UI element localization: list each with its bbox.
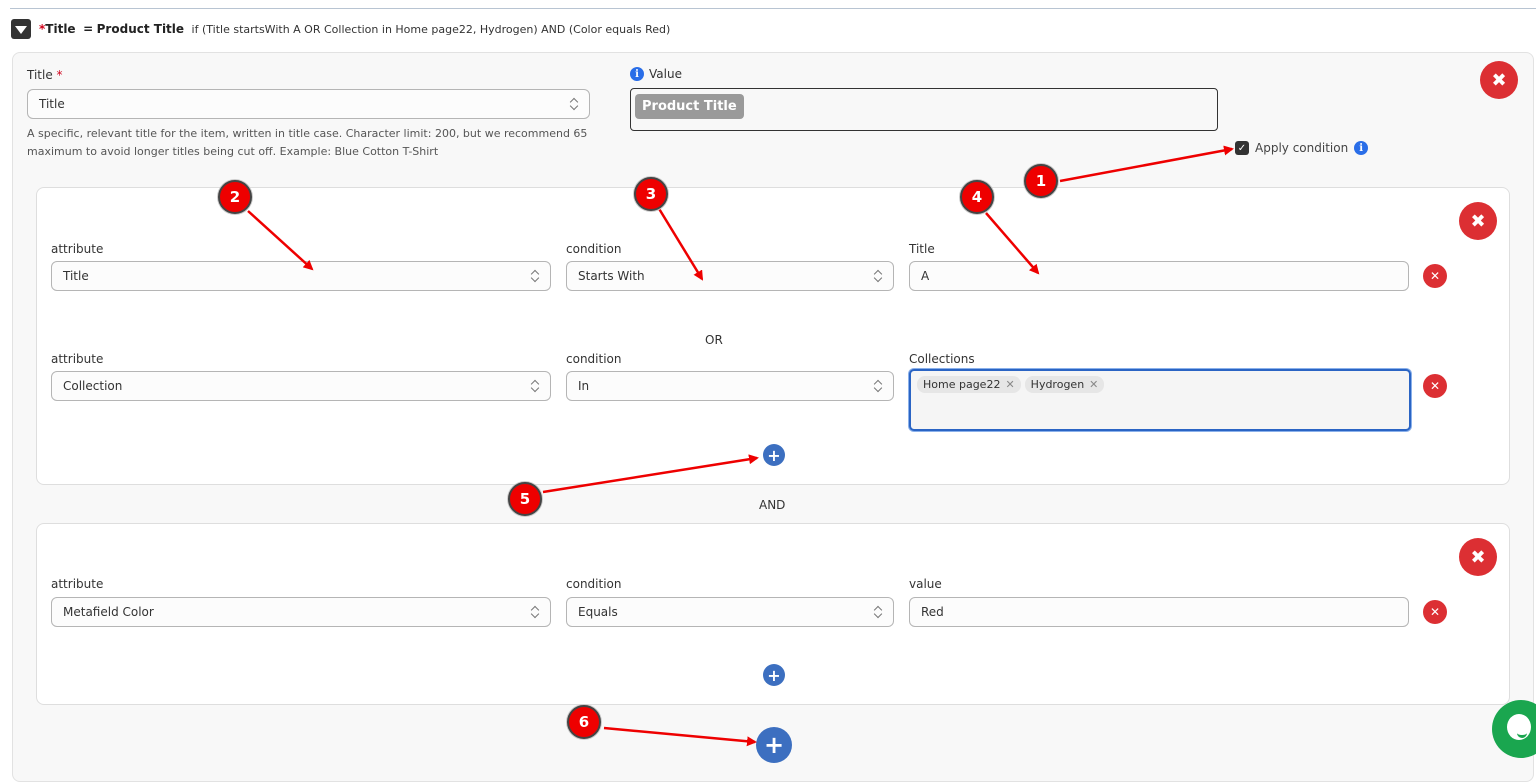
remove-condition-button[interactable]: ✕ xyxy=(1423,264,1447,288)
condition-select[interactable]: Equals xyxy=(566,597,894,627)
header-field-name: Title xyxy=(45,22,76,36)
field-select-value: Title xyxy=(39,97,65,111)
collection-tag: Hydrogen ✕ xyxy=(1024,376,1105,393)
field-select[interactable]: Title xyxy=(27,89,590,119)
collection-tag: Home page22 ✕ xyxy=(917,376,1021,393)
select-arrows-icon xyxy=(874,379,882,393)
annotation-badge-3: 3 xyxy=(634,177,668,211)
select-arrows-icon xyxy=(531,269,539,283)
condition-select[interactable]: Starts With xyxy=(566,261,894,291)
attribute-select-value: Collection xyxy=(63,379,123,393)
select-arrows-icon xyxy=(874,605,882,619)
attribute-label: attribute xyxy=(51,352,104,366)
select-arrows-icon xyxy=(570,97,578,111)
field-help-text: A specific, relevant title for the item,… xyxy=(27,127,588,158)
add-condition-button[interactable]: + xyxy=(763,664,785,686)
select-arrows-icon xyxy=(531,605,539,619)
rule-card: Title * Title A specific, relevant title… xyxy=(12,52,1534,782)
value-chip[interactable]: Product Title xyxy=(635,94,744,119)
remove-rule-button[interactable]: ✖ xyxy=(1480,61,1518,99)
remove-condition-button[interactable]: ✕ xyxy=(1423,600,1447,624)
value-field-input[interactable]: Red xyxy=(909,597,1409,627)
attribute-label: attribute xyxy=(51,242,104,256)
condition-select[interactable]: In xyxy=(566,371,894,401)
value-field-label: Title xyxy=(909,242,935,256)
select-arrows-icon xyxy=(531,379,539,393)
top-divider xyxy=(10,8,1536,9)
info-icon[interactable]: i xyxy=(1354,141,1369,155)
value-input[interactable]: Product Title xyxy=(630,88,1218,131)
condition-label: condition xyxy=(566,577,622,591)
condition-select-value: Equals xyxy=(578,605,618,619)
collections-multiselect[interactable]: Home page22 ✕ Hydrogen ✕ xyxy=(909,369,1411,431)
condition-select-value: In xyxy=(578,379,590,393)
condition-label: condition xyxy=(566,242,622,256)
remove-tag-icon[interactable]: ✕ xyxy=(1005,378,1014,391)
header-equals: = xyxy=(83,22,94,36)
condition-select-value: Starts With xyxy=(578,269,645,283)
attribute-select-value: Title xyxy=(63,269,89,283)
select-arrows-icon xyxy=(874,269,882,283)
annotation-badge-4: 4 xyxy=(960,180,994,214)
apply-condition-checkbox[interactable]: ✓ xyxy=(1235,141,1249,155)
attribute-select[interactable]: Title xyxy=(51,261,551,291)
value-field-text: A xyxy=(921,269,930,283)
annotation-badge-5: 5 xyxy=(508,482,542,516)
attribute-select-value: Metafield Color xyxy=(63,605,154,619)
annotation-badge-2: 2 xyxy=(218,180,252,214)
value-label: i Value xyxy=(630,67,682,81)
condition-label: condition xyxy=(566,352,622,366)
annotation-badge-1: 1 xyxy=(1024,164,1058,198)
condition-group-2: ✖ attribute Metafield Color condition Eq… xyxy=(36,523,1510,705)
remove-group-button[interactable]: ✖ xyxy=(1459,202,1497,240)
or-joiner: OR xyxy=(705,333,723,347)
rule-header: *Title = Product Title if (Title startsW… xyxy=(11,19,670,39)
and-joiner: AND xyxy=(759,498,786,512)
header-value: Product Title xyxy=(96,22,185,36)
remove-condition-button[interactable]: ✕ xyxy=(1423,374,1447,398)
header-condition-summary: if (Title startsWith A OR Collection in … xyxy=(191,23,671,36)
value-field-label: value xyxy=(909,577,942,591)
condition-group-1: ✖ attribute Title condition Starts With … xyxy=(36,187,1510,485)
value-field-text: Red xyxy=(921,605,944,619)
add-condition-button[interactable]: + xyxy=(763,444,785,466)
attribute-select[interactable]: Collection xyxy=(51,371,551,401)
collections-label: Collections xyxy=(909,352,975,366)
value-field-input[interactable]: A xyxy=(909,261,1409,291)
annotation-badge-6: 6 xyxy=(567,705,601,739)
remove-group-button[interactable]: ✖ xyxy=(1459,538,1497,576)
apply-condition-label[interactable]: Apply condition xyxy=(1255,141,1348,155)
attribute-select[interactable]: Metafield Color xyxy=(51,597,551,627)
remove-tag-icon[interactable]: ✕ xyxy=(1089,378,1098,391)
collapse-toggle-icon[interactable] xyxy=(11,19,31,39)
add-group-button[interactable]: + xyxy=(756,727,792,763)
info-icon[interactable]: i xyxy=(630,67,644,81)
attribute-label: attribute xyxy=(51,577,104,591)
apply-condition: ✓ Apply condition i xyxy=(1235,141,1369,155)
field-label: Title * xyxy=(27,68,63,82)
